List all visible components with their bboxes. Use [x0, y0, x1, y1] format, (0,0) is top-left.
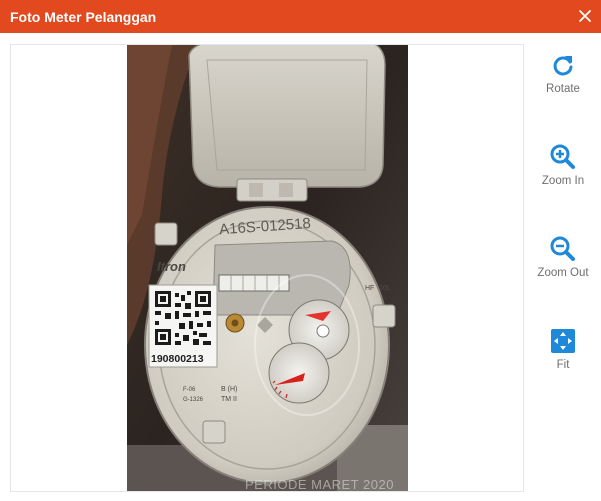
- meter-photo: A16S-012518 Itron HF 10L 190800213 F-06 …: [127, 45, 408, 492]
- meter-label-hf: HF: [365, 285, 374, 292]
- fit-icon: [551, 329, 575, 353]
- zoom-in-label: Zoom In: [541, 175, 585, 187]
- meter-mark-4: TM II: [221, 396, 237, 403]
- meter-mark-2: G-1326: [183, 397, 204, 403]
- zoom-in-icon: [550, 144, 575, 169]
- meter-mark-3: B (H): [221, 386, 237, 393]
- rotate-label: Rotate: [546, 83, 580, 95]
- rotate-icon: [553, 56, 573, 76]
- fit-label: Fit: [556, 359, 570, 371]
- photo-dialog: Foto Meter Pelanggan A16S-012518 Itron H…: [0, 0, 601, 501]
- close-icon[interactable]: [577, 8, 593, 24]
- zoom-out-icon: [550, 236, 575, 261]
- fit-button[interactable]: Fit: [525, 328, 601, 372]
- image-viewer[interactable]: A16S-012518 Itron HF 10L 190800213 F-06 …: [10, 44, 524, 492]
- zoom-in-button[interactable]: Zoom In: [525, 144, 601, 188]
- photo-watermark: PERIODE MARET 2020: [245, 477, 394, 492]
- dialog-header: Foto Meter Pelanggan: [0, 0, 601, 33]
- meter-brand: Itron: [157, 259, 186, 274]
- zoom-out-label: Zoom Out: [537, 267, 589, 279]
- rotate-button[interactable]: Rotate: [525, 52, 601, 96]
- zoom-out-button[interactable]: Zoom Out: [525, 236, 601, 280]
- meter-mark-1: F-06: [183, 387, 196, 393]
- meter-photo-drawing: A16S-012518 Itron HF 10L 190800213 F-06 …: [127, 45, 408, 491]
- qr-number: 190800213: [151, 353, 204, 365]
- meter-label-10l: 10L: [379, 285, 391, 292]
- dialog-title: Foto Meter Pelanggan: [10, 9, 157, 25]
